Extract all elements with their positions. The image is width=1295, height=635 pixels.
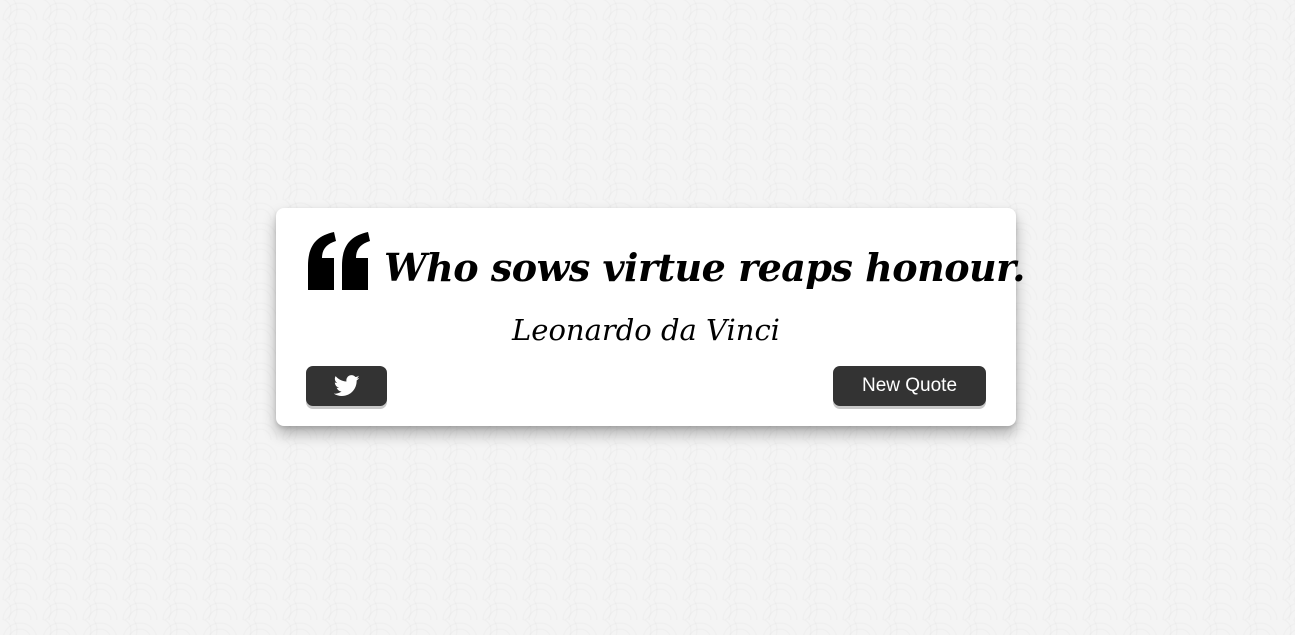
new-quote-button[interactable]: New Quote [833,366,986,406]
quote-box: Who sows virtue reaps honour. Leonardo d… [276,208,1025,426]
quote-text: Who sows virtue reaps honour. [384,245,1025,290]
quote-author: Leonardo da Vinci [512,313,780,347]
tweet-button[interactable] [306,366,387,406]
quote-left-icon [308,232,370,290]
quote-row: Who sows virtue reaps honour. [306,232,1025,296]
twitter-icon [333,375,360,396]
